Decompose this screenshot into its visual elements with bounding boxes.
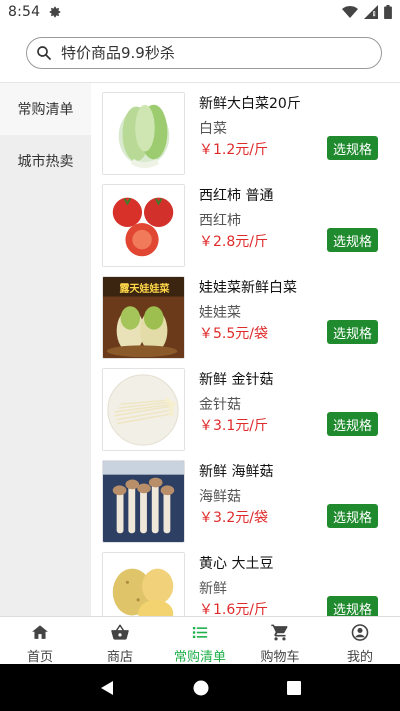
product-name: 西红柿 普通 (199, 188, 274, 204)
list-icon (192, 626, 208, 639)
product-item[interactable]: 新鲜 金针菇 金针菇 ￥3.1元/斤 选规格 (91, 359, 400, 451)
product-image-seafood-mushroom[interactable] (102, 460, 185, 543)
wifi-icon (342, 6, 358, 18)
product-image-caption: 露天娃娃菜 (119, 284, 170, 295)
nav-home[interactable]: 首页 (0, 617, 80, 665)
product-price: ￥1.6元/斤 (199, 602, 268, 616)
product-image-baby-cabbage[interactable]: 露天娃娃菜 (102, 276, 185, 359)
product-item[interactable]: 露天娃娃菜 娃娃菜新鲜白菜 娃娃菜 ￥5.5元/袋 选规格 (91, 267, 400, 359)
status-time: 8:54 (8, 4, 41, 20)
product-image-potatoes[interactable] (102, 552, 185, 616)
product-image-enoki-mushroom[interactable] (102, 368, 185, 451)
status-bar: 8:54 (0, 0, 400, 24)
nav-frequent-list[interactable]: 常购清单 (160, 617, 240, 665)
product-image-napa-cabbage[interactable] (102, 92, 185, 175)
select-spec-button[interactable]: 选规格 (327, 504, 378, 528)
product-subtitle: 新鲜 (199, 581, 227, 597)
product-subtitle: 娃娃菜 (199, 305, 241, 321)
search-bar[interactable] (26, 37, 382, 69)
nav-cart[interactable]: 购物车 (240, 617, 320, 665)
battery-icon (384, 5, 392, 19)
product-price: ￥5.5元/袋 (199, 326, 268, 342)
shop-basket-icon (111, 624, 129, 640)
nav-label: 我的 (346, 650, 373, 665)
nav-label: 首页 (26, 650, 53, 665)
select-spec-button[interactable]: 选规格 (327, 320, 378, 344)
product-price: ￥3.1元/斤 (199, 418, 268, 434)
sidebar-item-label: 城市热卖 (17, 154, 74, 170)
sidebar-item-label: 常购清单 (17, 102, 74, 118)
account-icon (351, 624, 369, 641)
product-item[interactable]: 黄心 大土豆 新鲜 ￥1.6元/斤 选规格 (91, 543, 400, 616)
cart-icon (271, 624, 288, 641)
system-navigation-bar (0, 664, 400, 711)
product-price: ￥2.8元/斤 (199, 234, 268, 250)
nav-shop[interactable]: 商店 (80, 617, 160, 665)
product-name: 娃娃菜新鲜白菜 (199, 280, 297, 296)
product-item[interactable]: 新鲜大白菜20斤 白菜 ￥1.2元/斤 选规格 (91, 83, 400, 175)
sidebar-item-city-hot[interactable]: 城市热卖 (0, 135, 91, 187)
product-subtitle: 海鲜菇 (199, 489, 241, 505)
gear-icon (50, 6, 61, 18)
product-subtitle: 西红柿 (199, 213, 241, 229)
back-icon[interactable] (99, 680, 115, 696)
nav-label: 购物车 (260, 650, 300, 665)
select-spec-button[interactable]: 选规格 (327, 228, 378, 252)
product-item[interactable]: 西红柿 普通 西红柿 ￥2.8元/斤 选规格 (91, 175, 400, 267)
recents-icon[interactable] (287, 680, 301, 695)
product-name: 新鲜 海鲜菇 (199, 464, 274, 480)
product-list[interactable]: 新鲜大白菜20斤 白菜 ￥1.2元/斤 选规格 西红柿 普通 西红柿 ￥2.8元… (91, 83, 400, 616)
nav-mine[interactable]: 我的 (320, 617, 400, 665)
product-name: 黄心 大土豆 (199, 556, 274, 572)
product-image-tomatoes[interactable] (102, 184, 185, 267)
select-spec-button[interactable]: 选规格 (327, 412, 378, 436)
product-name: 新鲜大白菜20斤 (199, 96, 301, 112)
select-spec-button[interactable]: 选规格 (327, 596, 378, 616)
product-price: ￥1.2元/斤 (199, 142, 268, 158)
category-sidebar: 常购清单 城市热卖 (0, 83, 91, 616)
product-item[interactable]: 新鲜 海鲜菇 海鲜菇 ￥3.2元/袋 选规格 (91, 451, 400, 543)
product-subtitle: 金针菇 (199, 397, 241, 413)
product-price: ￥3.2元/袋 (199, 510, 268, 526)
nav-label: 商店 (106, 650, 133, 665)
home-icon (32, 625, 48, 639)
cellular-signal-icon (364, 5, 378, 19)
nav-label: 常购清单 (173, 650, 226, 665)
search-input[interactable] (61, 44, 351, 62)
bottom-navigation: 首页 商店 常购清单 购物车 我的 (0, 616, 400, 665)
sidebar-item-frequent-list[interactable]: 常购清单 (0, 83, 91, 135)
select-spec-button[interactable]: 选规格 (327, 136, 378, 160)
home-button-icon[interactable] (193, 680, 209, 696)
search-icon (37, 46, 51, 60)
product-name: 新鲜 金针菇 (199, 372, 274, 388)
product-subtitle: 白菜 (199, 121, 227, 137)
